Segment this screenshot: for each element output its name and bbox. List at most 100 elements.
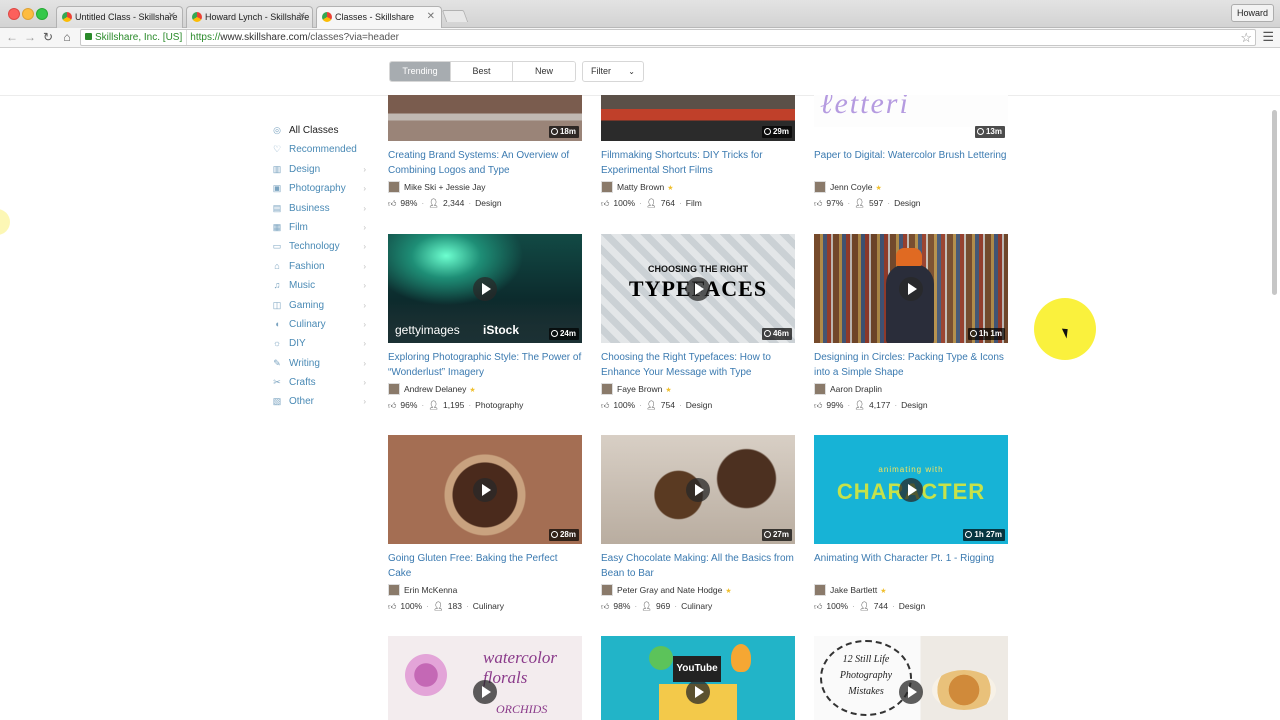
profile-button[interactable]: Howard xyxy=(1230,4,1274,22)
class-title-link[interactable]: Designing in Circles: Packing Type & Ico… xyxy=(814,351,1008,380)
sidebar-item-all-classes[interactable]: ◎ All Classes xyxy=(272,124,372,143)
class-thumbnail[interactable]: CHOOSING THE RIGHTTYPEFACES46m xyxy=(601,234,795,343)
sidebar-item-other[interactable]: ▧ Other › xyxy=(272,395,372,414)
play-icon[interactable] xyxy=(473,680,497,704)
class-title-link[interactable]: Creating Brand Systems: An Overview of C… xyxy=(388,149,582,178)
category-text[interactable]: Photography xyxy=(475,400,523,410)
sidebar-item-writing[interactable]: ✎ Writing › xyxy=(272,357,372,376)
category-text[interactable]: Design xyxy=(901,400,927,410)
sidebar-item-business[interactable]: ▤ Business › xyxy=(272,202,372,221)
class-thumbnail[interactable]: YouTube xyxy=(601,636,795,720)
author-name[interactable]: Matty Brown xyxy=(617,182,664,192)
class-thumbnail[interactable]: 12 Still Life Photography Mistakes xyxy=(814,636,1008,720)
class-card[interactable]: 27m Easy Chocolate Making: All the Basics… xyxy=(601,435,795,613)
class-card[interactable]: 29m Filmmaking Shortcuts: DIY Tricks for … xyxy=(601,95,795,210)
author-row[interactable]: Matty Brown ★ xyxy=(601,180,795,194)
browser-tab-classes[interactable]: Classes - Skillshare ✕ xyxy=(316,6,442,29)
maximize-window-button[interactable] xyxy=(36,8,48,20)
sidebar-item-crafts[interactable]: ✂ Crafts › xyxy=(272,376,372,395)
author-name[interactable]: Jenn Coyle xyxy=(830,182,873,192)
author-name[interactable]: Faye Brown xyxy=(617,384,662,394)
bookmark-star-icon[interactable]: ☆ xyxy=(1240,30,1252,46)
author-name[interactable]: Jake Bartlett xyxy=(830,585,877,595)
class-card[interactable]: animating withCHARACTER1h 27m Animating W… xyxy=(814,435,1008,613)
class-title-link[interactable]: Filmmaking Shortcuts: DIY Tricks for Exp… xyxy=(601,149,795,178)
sidebar-item-recommended[interactable]: ♡ Recommended xyxy=(272,143,372,162)
class-card[interactable]: 28m Going Gluten Free: Baking the Perfect… xyxy=(388,435,582,613)
close-window-button[interactable] xyxy=(8,8,20,20)
sidebar-item-design[interactable]: ▥ Design › xyxy=(272,163,372,182)
page-scrollbar[interactable] xyxy=(1272,110,1277,295)
class-title-link[interactable]: Going Gluten Free: Baking the Perfect Ca… xyxy=(388,552,582,581)
sort-best-tab[interactable]: Best xyxy=(451,62,513,81)
author-row[interactable]: Jenn Coyle ★ xyxy=(814,180,1008,194)
sidebar-item-music[interactable]: ♫ Music › xyxy=(272,279,372,298)
close-tab-icon[interactable]: ✕ xyxy=(298,7,306,27)
author-row[interactable]: Jake Bartlett ★ xyxy=(814,583,1008,597)
play-icon[interactable] xyxy=(473,478,497,502)
sidebar-item-technology[interactable]: ▭ Technology › xyxy=(272,240,372,259)
address-bar[interactable]: Skillshare, Inc. [US] https://www.skillsh… xyxy=(80,29,1256,46)
browser-tab-untitled-class[interactable]: Untitled Class - Skillshare ✕ xyxy=(56,6,183,28)
class-thumbnail[interactable]: 27m xyxy=(601,435,795,544)
sidebar-item-photography[interactable]: ▣ Photography › xyxy=(272,182,372,201)
sidebar-item-gaming[interactable]: ◫ Gaming › xyxy=(272,299,372,318)
author-name[interactable]: Erin McKenna xyxy=(404,585,457,595)
filter-dropdown[interactable]: Filter ⌄ xyxy=(582,61,644,82)
play-icon[interactable] xyxy=(686,680,710,704)
class-card[interactable]: 1h 1m Designing in Circles: Packing Type … xyxy=(814,234,1008,412)
class-thumbnail[interactable]: 29m xyxy=(601,95,795,141)
class-card[interactable]: ℓetteri 13m Paper to Digital: Watercolor B… xyxy=(814,95,1008,210)
reload-icon[interactable]: ↻ xyxy=(40,29,56,45)
class-thumbnail[interactable]: 18m xyxy=(388,95,582,141)
author-row[interactable]: Peter Gray and Nate Hodge ★ xyxy=(601,583,795,597)
class-thumbnail[interactable]: animating withCHARACTER1h 27m xyxy=(814,435,1008,544)
class-card-still-life[interactable]: 12 Still Life Photography Mistakes xyxy=(814,636,1008,720)
security-indicator[interactable]: Skillshare, Inc. [US] xyxy=(85,30,188,45)
home-icon[interactable]: ⌂ xyxy=(59,29,75,45)
class-title-link[interactable]: Paper to Digital: Watercolor Brush Lette… xyxy=(814,149,1008,178)
play-icon[interactable] xyxy=(473,277,497,301)
sort-new-tab[interactable]: New xyxy=(513,62,575,81)
class-title-link[interactable]: Animating With Character Pt. 1 - Rigging xyxy=(814,552,1008,581)
class-title-link[interactable]: Choosing the Right Typefaces: How to Enh… xyxy=(601,351,795,380)
play-icon[interactable] xyxy=(686,478,710,502)
sidebar-item-fashion[interactable]: ⌂ Fashion › xyxy=(272,260,372,279)
author-row[interactable]: Mike Ski + Jessie Jay xyxy=(388,180,582,194)
author-row[interactable]: Aaron Draplin xyxy=(814,382,1008,396)
play-icon[interactable] xyxy=(899,680,923,704)
class-card[interactable]: gettyimages iStock 24m Exploring Photograph… xyxy=(388,234,582,412)
class-thumbnail[interactable]: ℓetteri 13m xyxy=(814,95,1008,141)
new-tab-button[interactable] xyxy=(441,10,469,22)
category-text[interactable]: Culinary xyxy=(473,601,504,611)
class-thumbnail[interactable]: watercolor florals ORCHIDS xyxy=(388,636,582,720)
category-text[interactable]: Design xyxy=(475,198,501,208)
class-title-link[interactable]: Easy Chocolate Making: All the Basics fr… xyxy=(601,552,795,581)
author-name[interactable]: Andrew Delaney xyxy=(404,384,466,394)
category-text[interactable]: Design xyxy=(686,400,712,410)
category-text[interactable]: Film xyxy=(686,198,702,208)
back-arrow-icon[interactable]: ← xyxy=(4,29,20,45)
author-row[interactable]: Faye Brown ★ xyxy=(601,382,795,396)
sidebar-item-diy[interactable]: ☼ DIY › xyxy=(272,337,372,356)
play-icon[interactable] xyxy=(686,277,710,301)
author-name[interactable]: Peter Gray and Nate Hodge xyxy=(617,585,722,595)
class-thumbnail[interactable]: gettyimages iStock 24m xyxy=(388,234,582,343)
play-icon[interactable] xyxy=(899,277,923,301)
sort-trending-tab[interactable]: Trending xyxy=(390,62,451,81)
class-title-link[interactable]: Exploring Photographic Style: The Power … xyxy=(388,351,582,380)
sidebar-item-culinary[interactable]: ◖ Culinary › xyxy=(272,318,372,337)
author-row[interactable]: Andrew Delaney ★ xyxy=(388,382,582,396)
minimize-window-button[interactable] xyxy=(22,8,34,20)
play-icon[interactable] xyxy=(899,478,923,502)
hamburger-menu-icon[interactable]: ☰ xyxy=(1262,29,1274,45)
close-tab-icon[interactable]: ✕ xyxy=(168,7,176,27)
sidebar-item-film[interactable]: ▦ Film › xyxy=(272,221,372,240)
author-row[interactable]: Erin McKenna xyxy=(388,583,582,597)
author-name[interactable]: Mike Ski + Jessie Jay xyxy=(404,182,486,192)
class-card-youtube[interactable]: YouTube xyxy=(601,636,795,720)
class-card[interactable]: CHOOSING THE RIGHTTYPEFACES46m Choosing t… xyxy=(601,234,795,412)
author-name[interactable]: Aaron Draplin xyxy=(830,384,882,394)
class-card[interactable]: 18m Creating Brand Systems: An Overview o… xyxy=(388,95,582,210)
class-card-watercolor-florals[interactable]: watercolor florals ORCHIDS xyxy=(388,636,582,720)
